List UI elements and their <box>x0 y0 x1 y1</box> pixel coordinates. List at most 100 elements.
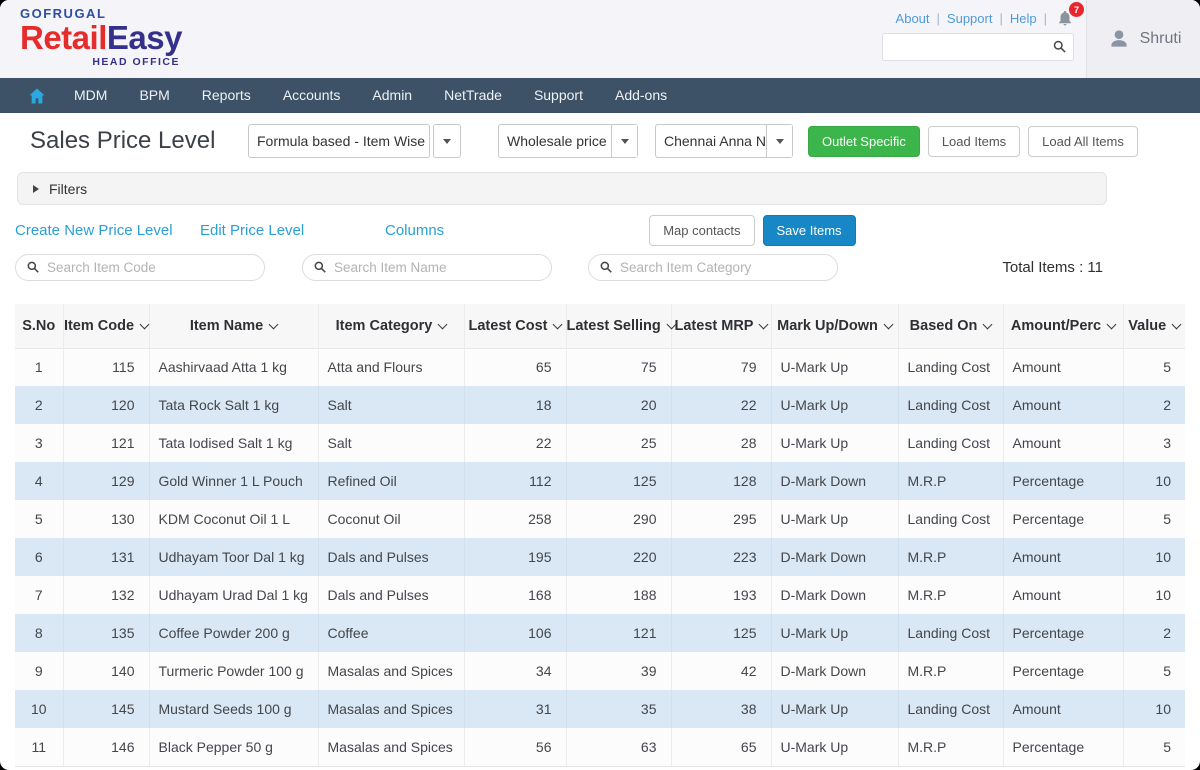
table-cell: Refined Oil <box>318 462 464 500</box>
table-cell: 4 <box>15 462 63 500</box>
column-header-value[interactable]: Value <box>1123 304 1185 348</box>
table-cell: Amount <box>1003 690 1123 728</box>
outlet-value: Chennai Anna Nag <box>656 133 766 149</box>
table-cell: 120 <box>63 386 149 424</box>
head-office-label: HEAD OFFICE <box>20 56 180 68</box>
column-header-item-code[interactable]: Item Code <box>63 304 149 348</box>
create-new-price-level-link[interactable]: Create New Price Level <box>15 222 200 239</box>
home-nav-button[interactable] <box>16 86 58 106</box>
price-level-select[interactable]: Wholesale price nev <box>498 124 638 158</box>
save-items-button[interactable]: Save Items <box>763 215 856 246</box>
table-cell: 121 <box>63 424 149 462</box>
nav-item-reports[interactable]: Reports <box>186 78 267 113</box>
column-header-item-category[interactable]: Item Category <box>318 304 464 348</box>
table-cell: Percentage <box>1003 652 1123 690</box>
table-cell: 20 <box>566 386 671 424</box>
table-cell: 3 <box>15 424 63 462</box>
item-name-search[interactable] <box>302 254 552 281</box>
user-name: Shruti <box>1140 30 1182 48</box>
chevron-down-icon <box>983 319 993 329</box>
dropdown-arrow-button[interactable] <box>433 124 461 158</box>
price-level-type-select[interactable]: Formula based - Item Wise <box>248 124 463 158</box>
dropdown-arrow-button[interactable] <box>611 125 637 157</box>
nav-item-accounts[interactable]: Accounts <box>267 78 357 113</box>
table-cell: 8 <box>15 614 63 652</box>
total-items-label: Total Items : <box>1002 259 1083 276</box>
outlet-select[interactable]: Chennai Anna Nag <box>655 124 793 158</box>
column-label: Value <box>1128 318 1166 334</box>
items-table: S.NoItem CodeItem NameItem CategoryLates… <box>15 304 1185 767</box>
table-cell: 220 <box>566 538 671 576</box>
nav-item-mdm[interactable]: MDM <box>58 78 123 113</box>
column-header-latest-cost[interactable]: Latest Cost <box>464 304 566 348</box>
search-icon <box>26 260 40 274</box>
search-row: Total Items : 11 <box>0 253 1200 281</box>
item-code-search[interactable] <box>15 254 265 281</box>
filters-accordion[interactable]: Filters <box>17 172 1107 205</box>
column-header-latest-selling[interactable]: Latest Selling <box>566 304 671 348</box>
app-window: GOFRUGAL RetailEasy HEAD OFFICE About | … <box>0 0 1200 770</box>
nav-item-nettrade[interactable]: NetTrade <box>428 78 518 113</box>
table-cell: 38 <box>671 690 771 728</box>
total-items: Total Items : 11 <box>1002 259 1103 276</box>
item-name-search-input[interactable] <box>334 260 541 275</box>
table-cell: Amount <box>1003 576 1123 614</box>
search-icon[interactable] <box>1052 39 1067 59</box>
load-all-items-button[interactable]: Load All Items <box>1028 126 1138 157</box>
table-cell: Percentage <box>1003 462 1123 500</box>
table-cell: Tata Rock Salt 1 kg <box>149 386 318 424</box>
table-row: 11146Black Pepper 50 gMasalas and Spices… <box>15 728 1185 766</box>
item-category-search[interactable] <box>588 254 838 281</box>
price-level-type-value: Formula based - Item Wise <box>248 124 430 158</box>
outlet-specific-button[interactable]: Outlet Specific <box>808 126 920 157</box>
table-cell: 5 <box>1123 500 1185 538</box>
actions-row: Create New Price Level Edit Price Level … <box>0 215 1200 246</box>
help-link[interactable]: Help <box>1010 11 1037 26</box>
table-cell: M.R.P <box>898 728 1003 766</box>
table-cell: Percentage <box>1003 500 1123 538</box>
table-cell: Salt <box>318 386 464 424</box>
item-category-search-input[interactable] <box>620 260 827 275</box>
global-search-input[interactable] <box>882 33 1074 61</box>
column-header-item-name[interactable]: Item Name <box>149 304 318 348</box>
table-cell: Mustard Seeds 100 g <box>149 690 318 728</box>
table-cell: Masalas and Spices <box>318 652 464 690</box>
table-cell: 129 <box>63 462 149 500</box>
table-cell: Landing Cost <box>898 424 1003 462</box>
edit-price-level-link[interactable]: Edit Price Level <box>200 222 385 239</box>
item-code-search-input[interactable] <box>47 260 254 275</box>
table-body: 1115Aashirvaad Atta 1 kgAtta and Flours6… <box>15 348 1185 766</box>
nav-item-admin[interactable]: Admin <box>356 78 428 113</box>
column-header-latest-mrp[interactable]: Latest MRP <box>671 304 771 348</box>
table-cell: D-Mark Down <box>771 462 898 500</box>
table-cell: Coffee <box>318 614 464 652</box>
map-contacts-button[interactable]: Map contacts <box>649 215 754 246</box>
notifications-button[interactable]: 7 <box>1056 9 1074 27</box>
table-cell: Udhayam Urad Dal 1 kg <box>149 576 318 614</box>
column-header-based-on[interactable]: Based On <box>898 304 1003 348</box>
page-title: Sales Price Level <box>30 127 248 155</box>
table-header: S.NoItem CodeItem NameItem CategoryLates… <box>15 304 1185 348</box>
price-level-value: Wholesale price nev <box>499 133 611 149</box>
dropdown-arrow-button[interactable] <box>766 125 792 157</box>
column-header-amount-perc[interactable]: Amount/Perc <box>1003 304 1123 348</box>
table-cell: Turmeric Powder 100 g <box>149 652 318 690</box>
table-row: 6131Udhayam Toor Dal 1 kgDals and Pulses… <box>15 538 1185 576</box>
support-link[interactable]: Support <box>947 11 993 26</box>
about-link[interactable]: About <box>896 11 930 26</box>
column-header-mark-up-down[interactable]: Mark Up/Down <box>771 304 898 348</box>
caret-down-icon <box>621 139 629 144</box>
table-cell: 35 <box>566 690 671 728</box>
columns-link[interactable]: Columns <box>385 222 444 239</box>
table-cell: Gold Winner 1 L Pouch <box>149 462 318 500</box>
column-label: Item Name <box>190 318 263 334</box>
table-cell: 132 <box>63 576 149 614</box>
nav-item-support[interactable]: Support <box>518 78 599 113</box>
table-cell: 22 <box>464 424 566 462</box>
nav-item-add-ons[interactable]: Add-ons <box>599 78 683 113</box>
nav-item-bpm[interactable]: BPM <box>123 78 185 113</box>
user-menu[interactable]: Shruti <box>1086 0 1200 78</box>
table-row: 1115Aashirvaad Atta 1 kgAtta and Flours6… <box>15 348 1185 386</box>
load-items-button[interactable]: Load Items <box>928 126 1020 157</box>
table-cell: 135 <box>63 614 149 652</box>
